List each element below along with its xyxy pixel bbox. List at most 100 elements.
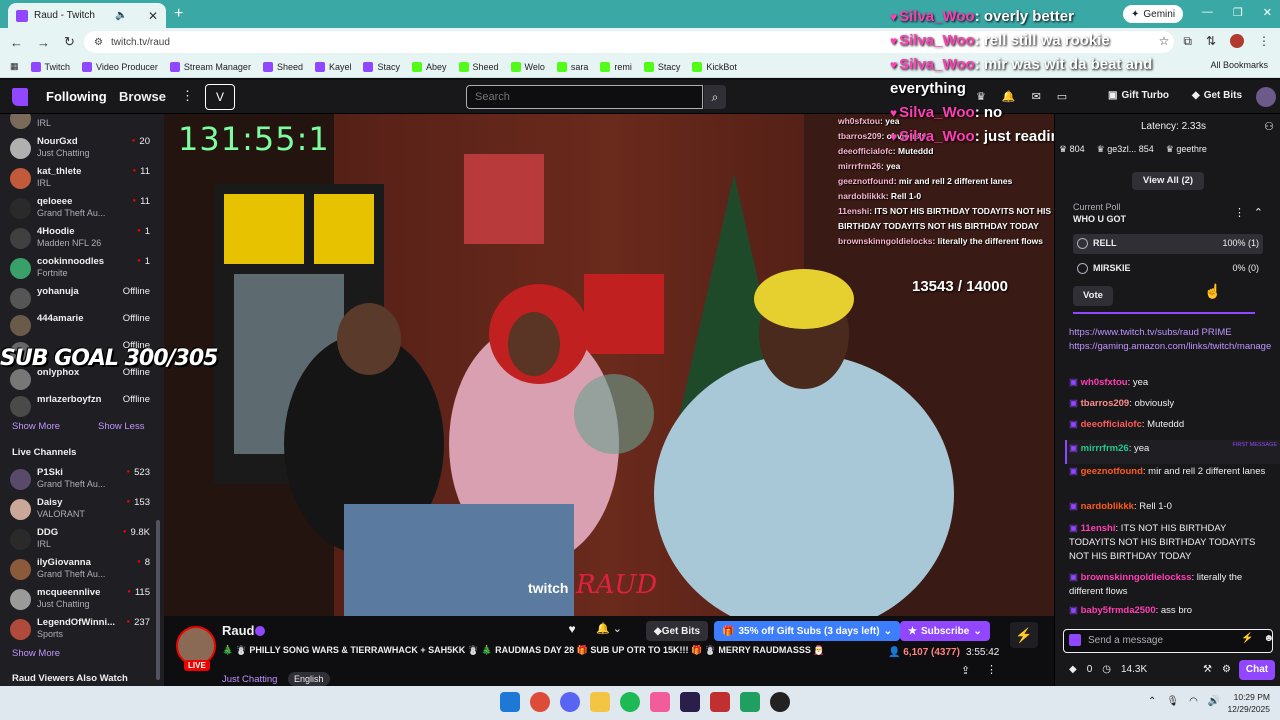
leaderboard-entry[interactable]: ♛ ge3zl... 854	[1097, 144, 1154, 155]
sidebar-scrollbar[interactable]	[156, 520, 160, 680]
nav-browse[interactable]: Browse	[119, 89, 166, 104]
chat-username[interactable]: tbarros209	[1081, 398, 1130, 409]
chat-username[interactable]: mirrrfrm26	[1081, 443, 1129, 454]
bookmark[interactable]: Kayel	[314, 61, 351, 72]
bookmark[interactable]: Sheed	[458, 61, 499, 72]
followed-channel-item[interactable]: mrlazerboyfzn Offline	[10, 394, 150, 420]
twitch-logo-icon[interactable]	[12, 88, 28, 106]
subscribe-button[interactable]: ★ Subscribe ⌄	[900, 621, 990, 641]
chat-settings-icon[interactable]: ⚙	[1222, 664, 1231, 675]
obs-icon[interactable]	[770, 692, 790, 712]
system-clock[interactable]: 10:29 PM 12/29/2025	[1212, 691, 1270, 715]
chat-username[interactable]: 11enshi	[1081, 523, 1116, 534]
radio-icon[interactable]	[1077, 238, 1088, 249]
browser-menu-icon[interactable]: ⋮	[1258, 34, 1270, 49]
leaderboard-entry[interactable]: ♛ 804	[1059, 144, 1085, 155]
bookmark[interactable]: remi	[600, 61, 632, 72]
get-bits-nav-button[interactable]: ◆ Get Bits	[1192, 90, 1242, 101]
bookmark[interactable]: Stacy	[363, 61, 400, 72]
collapse-icon[interactable]: ⌃	[1254, 206, 1263, 219]
share-icon[interactable]: ⇪	[961, 664, 970, 677]
bookmark[interactable]: Stream Manager	[169, 61, 251, 72]
stream-category[interactable]: Just Chatting	[222, 674, 277, 685]
live-channel-item[interactable]: DDGIRL 9.8K	[10, 527, 150, 553]
language-tag[interactable]: English	[288, 672, 330, 686]
bookmark[interactable]: Abey	[412, 61, 447, 72]
browser-tab[interactable]: Raud - Twitch 🔈 ✕	[8, 3, 166, 28]
followed-channel-item[interactable]: NourGxdJust Chatting 20	[10, 136, 150, 162]
copilot-icon[interactable]	[650, 692, 670, 712]
notification-bell-icon[interactable]: 🔔 ⌄	[596, 622, 622, 635]
radio-icon[interactable]	[1077, 263, 1088, 274]
close-tab-icon[interactable]: ✕	[148, 9, 158, 23]
bookmark[interactable]: sara	[556, 61, 588, 72]
channel-points-icon[interactable]: ◷	[1102, 664, 1111, 675]
bookmark[interactable]: Twitch	[30, 61, 70, 72]
followed-channel-item[interactable]: kat_thleteIRL 11	[10, 166, 150, 192]
live-channel-item[interactable]: DaisyVALORANT 153	[10, 497, 150, 523]
get-bits-button[interactable]: ◆ Get Bits	[646, 621, 709, 641]
speaker-icon[interactable]: 🔈	[115, 10, 127, 21]
windows-start-icon[interactable]	[500, 692, 520, 712]
close-window-icon[interactable]: ✕	[1263, 6, 1272, 19]
file-explorer-icon[interactable]	[590, 692, 610, 712]
followed-channel-item[interactable]: 4HoodieMadden NFL 26 1	[10, 226, 150, 252]
show-more-link[interactable]: Show More	[12, 421, 60, 432]
extension-icon[interactable]: V	[205, 84, 235, 110]
chat-send-button[interactable]: Chat	[1239, 660, 1275, 680]
follow-heart-icon[interactable]: ♥	[560, 622, 584, 644]
chat-username[interactable]: baby5frmda2500	[1081, 605, 1156, 616]
all-bookmarks[interactable]: All Bookmarks	[1210, 60, 1268, 70]
premiere-icon[interactable]	[680, 692, 700, 712]
streamer-name[interactable]: Raud	[222, 623, 255, 638]
more-options-icon[interactable]: ⋮	[181, 88, 194, 104]
show-less-link[interactable]: Show Less	[98, 421, 144, 432]
chat-username[interactable]: brownskinngoldielockss	[1081, 572, 1192, 583]
followed-channel-item[interactable]: yohanuja Offline	[10, 286, 150, 312]
streamlabs-icon[interactable]	[740, 692, 760, 712]
bookmark[interactable]: KickBot	[692, 61, 737, 72]
followed-channel-item[interactable]: cookinnoodlesFortnite 1	[10, 256, 150, 282]
live-channel-item[interactable]: mcqueennliveJust Chatting 115	[10, 587, 150, 613]
poll-option[interactable]: RELL 100% (1)	[1073, 234, 1263, 254]
vote-button[interactable]: Vote	[1073, 286, 1113, 306]
bookmark-star-icon[interactable]: ☆	[1159, 34, 1170, 49]
bookmark[interactable]: Sheed	[262, 61, 303, 72]
spotify-icon[interactable]	[620, 692, 640, 712]
followed-channel-item[interactable]: qeloeeeGrand Theft Au... 11	[10, 196, 150, 222]
poll-option[interactable]: MIRSKIE 0% (0)	[1073, 259, 1263, 279]
wifi-icon[interactable]: ◠	[1189, 696, 1198, 707]
chat-link[interactable]: https://www.twitch.tv/subs/raud PRIME ht…	[1069, 327, 1271, 352]
gift-sub-icon[interactable]: ⚡	[1010, 622, 1038, 648]
site-info-icon[interactable]: ⚙	[94, 37, 103, 48]
followed-channel-item[interactable]: bardonnionIRL 25	[10, 114, 150, 132]
chat-username[interactable]: deeofficialofc	[1081, 419, 1142, 430]
discord-icon[interactable]	[560, 692, 580, 712]
show-more-live-link[interactable]: Show More	[12, 648, 60, 659]
new-tab-button[interactable]: +	[174, 5, 183, 23]
live-channel-item[interactable]: LegendOfWinni...Sports 237	[10, 617, 150, 643]
nav-following[interactable]: Following	[46, 89, 107, 104]
chrome-icon[interactable]	[530, 692, 550, 712]
forward-icon[interactable]: →	[37, 35, 50, 50]
view-all-button[interactable]: View All (2)	[1132, 172, 1204, 190]
live-channel-item[interactable]: ilyGiovannaGrand Theft Au... 8	[10, 557, 150, 583]
profile-avatar[interactable]	[1230, 34, 1244, 48]
chat-username[interactable]: geeznotfound	[1081, 466, 1143, 477]
poll-menu-icon[interactable]: ⋮	[1234, 206, 1245, 219]
chat-filter-icon[interactable]: ⚒	[1203, 664, 1212, 675]
tab-search-icon[interactable]: ⇅	[1206, 34, 1216, 49]
live-channel-item[interactable]: P1SkiGrand Theft Au... 523	[10, 467, 150, 493]
reload-icon[interactable]: ↻	[64, 34, 75, 50]
minimize-icon[interactable]: —	[1202, 6, 1213, 19]
community-icon[interactable]: ⚇	[1264, 120, 1274, 133]
chat-username[interactable]: nardoblikkk	[1081, 501, 1134, 512]
search-icon[interactable]: ⌕	[704, 85, 726, 109]
emote-picker-icon[interactable]: ☻	[1263, 633, 1274, 644]
extensions-icon[interactable]: ⧉	[1183, 34, 1192, 49]
more-options-icon[interactable]: ⋮	[986, 663, 997, 676]
bookmark[interactable]: Video Producer	[82, 61, 158, 72]
microphone-icon[interactable]: 🎙	[1166, 696, 1179, 707]
capture-app-icon[interactable]	[710, 692, 730, 712]
bits-cheer-icon[interactable]: ⚡	[1241, 633, 1253, 644]
